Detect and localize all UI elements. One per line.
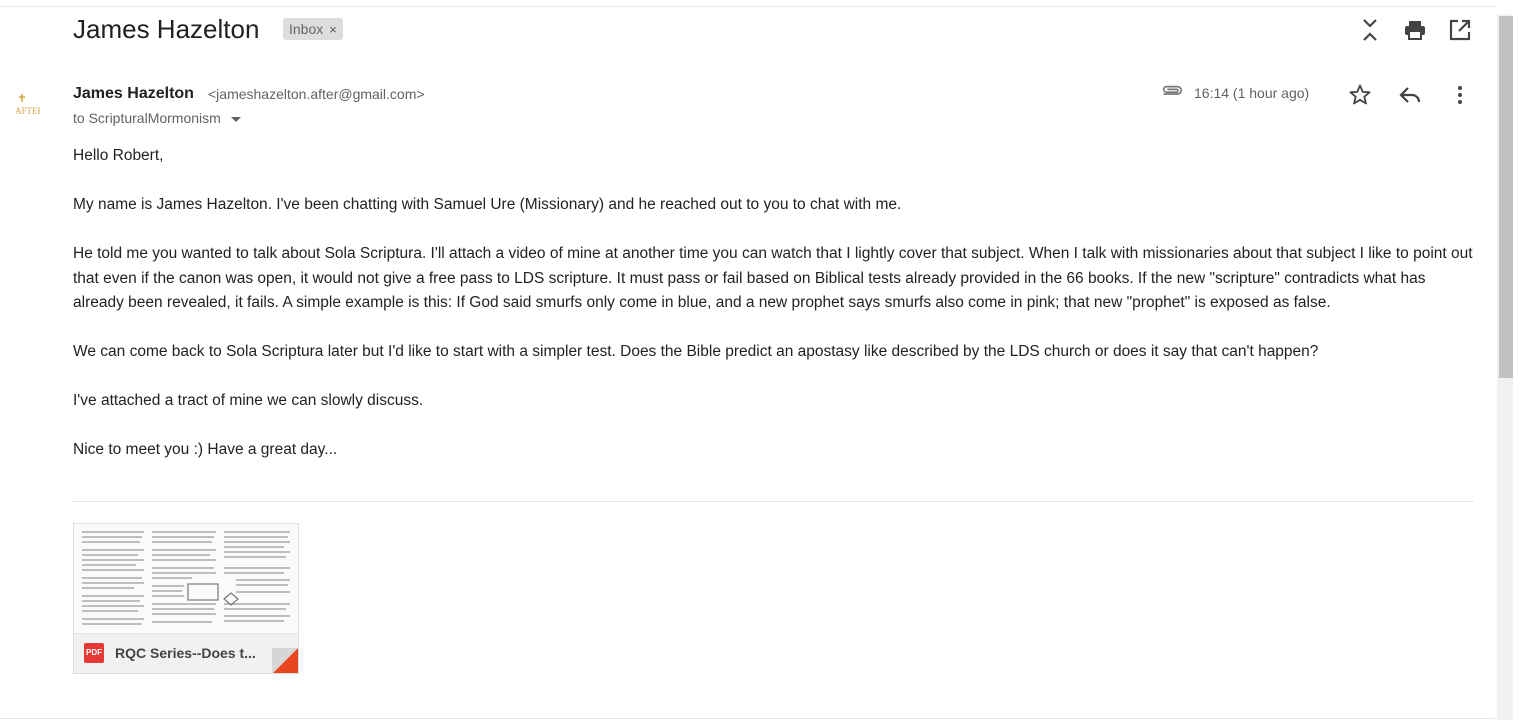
inbox-label-chip[interactable]: Inbox × xyxy=(283,18,343,40)
attachment-thumbnail[interactable] xyxy=(74,524,298,632)
recipient-text: to ScripturalMormonism xyxy=(73,110,221,126)
sender-email: <jameshazelton.after@gmail.com> xyxy=(208,86,425,102)
reply-icon[interactable] xyxy=(1398,83,1422,107)
sender-name[interactable]: James Hazelton xyxy=(73,85,194,103)
pdf-file-icon: PDF xyxy=(84,643,104,663)
email-body: Hello Robert, My name is James Hazelton.… xyxy=(73,144,1473,487)
show-details-dropdown-icon[interactable] xyxy=(230,116,241,122)
email-subject: James Hazelton xyxy=(73,14,260,44)
scrollbar-thumb[interactable] xyxy=(1499,16,1513,378)
recipient-line: to ScripturalMormonism xyxy=(73,110,241,126)
attachments-divider xyxy=(73,501,1473,502)
collapse-all-icon[interactable] xyxy=(1358,18,1382,42)
header-divider xyxy=(0,0,1495,7)
open-in-new-window-icon[interactable] xyxy=(1448,18,1472,42)
more-vert-icon[interactable] xyxy=(1448,83,1472,107)
body-paragraph: I've attached a tract of mine we can slo… xyxy=(73,392,424,409)
paperclip-icon xyxy=(1160,82,1184,106)
avatar: AFTER xyxy=(14,92,44,118)
avatar-text: AFTER xyxy=(15,106,40,116)
remove-label-icon[interactable]: × xyxy=(329,22,337,37)
email-timestamp: 16:14 (1 hour ago) xyxy=(1194,85,1310,101)
page-fold-icon xyxy=(272,648,298,673)
label-text: Inbox xyxy=(289,21,324,37)
attachment-filename: RQC Series--Does t... xyxy=(115,645,256,661)
pdf-attachment-card[interactable]: PDF RQC Series--Does t... xyxy=(73,523,299,674)
body-paragraph: We can come back to Sola Scriptura later… xyxy=(73,343,1319,360)
star-icon[interactable] xyxy=(1348,83,1372,107)
body-paragraph: Nice to meet you :) Have a great day... xyxy=(73,441,338,458)
print-icon[interactable] xyxy=(1403,18,1427,42)
body-paragraph: Hello Robert, xyxy=(73,147,164,164)
body-paragraph: My name is James Hazelton. I've been cha… xyxy=(73,196,902,213)
body-paragraph: He told me you wanted to talk about Sola… xyxy=(73,245,1473,311)
footer-divider xyxy=(0,718,1495,719)
attachment-footer[interactable]: PDF RQC Series--Does t... xyxy=(74,633,298,673)
